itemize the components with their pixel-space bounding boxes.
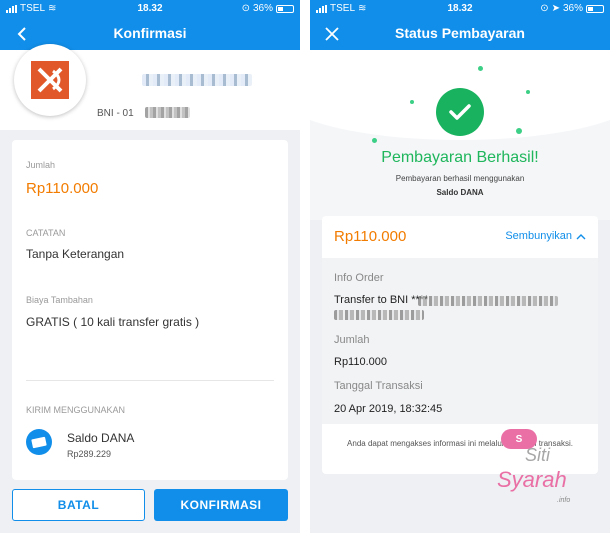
watermark-line3: .info	[557, 497, 571, 504]
battery-icon	[276, 4, 294, 13]
confetti-dot	[516, 128, 522, 134]
orientation-lock-icon: ⊙	[241, 3, 250, 14]
success-title: Pembayaran Berhasil!	[381, 149, 539, 166]
cancel-button[interactable]: BATAL	[12, 489, 145, 521]
nav-bar: Status Pembayaran	[310, 18, 610, 50]
success-subtitle: Pembayaran berhasil menggunakan	[395, 174, 525, 183]
confetti-dot	[526, 90, 530, 94]
watermark: S Siti Syarah .info	[497, 425, 577, 515]
confirmation-screen: TSEL ≋ 18.32 ⊙ 36% Konfirmasi KIRIM KE S…	[0, 0, 300, 533]
fee-label: Biaya Tambahan	[26, 295, 93, 305]
bank-logo	[14, 44, 86, 116]
confetti-dot	[372, 138, 377, 143]
recipient-name: SDR	[97, 70, 131, 87]
hide-details-link[interactable]: Sembunyikan	[505, 230, 586, 242]
watermark-line1: Siti	[525, 445, 551, 465]
success-check	[436, 88, 484, 136]
redacted-account	[145, 107, 190, 118]
redacted-reference	[418, 296, 558, 306]
page-title: Status Pembayaran	[395, 25, 525, 41]
order-amount: Rp110.000	[334, 228, 407, 245]
confetti-dot	[410, 100, 414, 104]
page-title: Konfirmasi	[113, 25, 187, 41]
bni-logo-icon	[31, 61, 69, 99]
payment-method: Saldo DANA	[436, 188, 484, 197]
redacted-reference	[334, 310, 424, 320]
date-value: 20 Apr 2019, 18:32:45	[334, 403, 443, 415]
battery-percent: 36%	[562, 3, 583, 14]
chevron-up-icon	[576, 233, 586, 239]
source-name[interactable]: Saldo DANA	[67, 431, 134, 445]
info-order-label: Info Order	[334, 272, 384, 284]
watermark-line2: Syarah	[497, 467, 567, 492]
amount-value: Rp110.000	[26, 180, 99, 197]
info-order-value: Transfer to BNI ****	[334, 294, 429, 306]
battery-icon	[586, 4, 604, 13]
amount-label: Jumlah	[334, 334, 370, 346]
amount-value: Rp110.000	[334, 356, 388, 368]
date-label: Tanggal Transaksi	[334, 380, 423, 392]
battery-info: ⊙ ➤ 36%	[540, 3, 604, 14]
status-bar: TSEL ≋ 18.32 ⊙ 36%	[0, 0, 300, 18]
note-label: CATATAN	[26, 228, 66, 238]
source-balance: Rp289.229	[67, 449, 112, 459]
amount-label: Jumlah	[26, 160, 56, 170]
wallet-icon	[26, 429, 52, 455]
confirm-button[interactable]: KONFIRMASI	[154, 489, 288, 521]
source-label: KIRIM MENGGUNAKAN	[26, 405, 126, 415]
hide-label: Sembunyikan	[505, 230, 572, 242]
order-details: Info Order Transfer to BNI **** Jumlah R…	[322, 258, 598, 424]
redacted-name	[142, 74, 252, 86]
battery-percent: 36%	[252, 3, 273, 14]
location-icon: ➤	[551, 3, 560, 14]
confetti-dot	[478, 66, 483, 71]
divider	[26, 380, 274, 381]
recipient-label: KIRIM KE	[97, 58, 141, 68]
orientation-lock-icon: ⊙	[540, 3, 549, 14]
detail-card: Jumlah Rp110.000 CATATAN Tanpa Keteranga…	[12, 140, 288, 480]
battery-info: ⊙ 36%	[242, 3, 294, 14]
note-value[interactable]: Tanpa Keterangan	[26, 247, 124, 261]
recipient-bank: BNI - 01	[97, 108, 134, 119]
check-icon	[449, 104, 471, 120]
fee-value: GRATIS ( 10 kali transfer gratis )	[26, 315, 200, 329]
status-bar: TSEL ≋ 18.32 ⊙ ➤ 36%	[310, 0, 610, 18]
